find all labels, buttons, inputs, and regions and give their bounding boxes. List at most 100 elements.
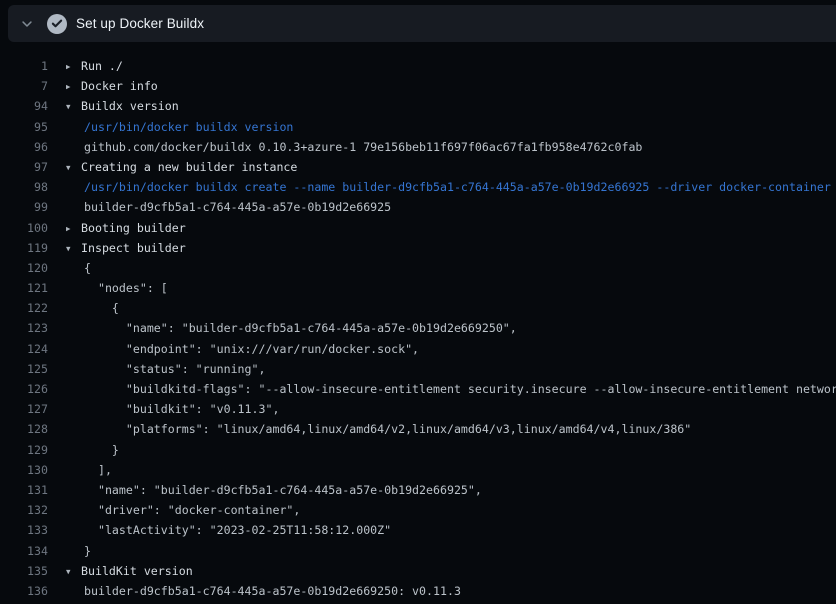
line-number[interactable]: 127 <box>0 399 52 419</box>
group-expand-icon[interactable]: ▶ <box>66 77 81 96</box>
line-number[interactable]: 96 <box>0 137 52 157</box>
log-line-body: { <box>52 298 836 318</box>
group-collapse-icon[interactable]: ▼ <box>66 239 81 258</box>
line-number[interactable]: 122 <box>0 298 52 318</box>
line-number[interactable]: 134 <box>0 541 52 561</box>
output-text: builder-d9cfb5a1-c764-445a-a57e-0b19d2e6… <box>84 584 461 598</box>
group-expand-icon[interactable]: ▶ <box>66 57 81 76</box>
log-line-body: "name": "builder-d9cfb5a1-c764-445a-a57e… <box>52 480 836 500</box>
log-line-body: "status": "running", <box>52 359 836 379</box>
step-title: Set up Docker Buildx <box>76 16 204 31</box>
output-text: "platforms": "linux/amd64,linux/amd64/v2… <box>84 422 691 436</box>
log-line: 98/usr/bin/docker buildx create --name b… <box>0 177 836 197</box>
group-expand-icon[interactable]: ▶ <box>66 219 81 238</box>
log-line: 126 "buildkitd-flags": "--allow-insecure… <box>0 379 836 399</box>
log-line: 95/usr/bin/docker buildx version <box>0 117 836 137</box>
log-line-body: "driver": "docker-container", <box>52 500 836 520</box>
log-line: 119▼Inspect builder <box>0 238 836 258</box>
log-line-body: ▶Booting builder <box>52 218 836 238</box>
log-line: 131 "name": "builder-d9cfb5a1-c764-445a-… <box>0 480 836 500</box>
output-text: "buildkit": "v0.11.3", <box>84 402 279 416</box>
group-title[interactable]: Run ./ <box>81 59 123 73</box>
line-number[interactable]: 119 <box>0 238 52 258</box>
output-text: "name": "builder-d9cfb5a1-c764-445a-a57e… <box>84 483 482 497</box>
log-line: 121 "nodes": [ <box>0 278 836 298</box>
line-number[interactable]: 129 <box>0 440 52 460</box>
log-line: 7▶Docker info <box>0 76 836 96</box>
line-number[interactable]: 98 <box>0 177 52 197</box>
log-line-body: ▼Inspect builder <box>52 238 836 258</box>
log-line: 134} <box>0 541 836 561</box>
log-line-body: ▶Run ./ <box>52 56 836 76</box>
command-text: /usr/bin/docker buildx create --name bui… <box>84 180 831 194</box>
group-collapse-icon[interactable]: ▼ <box>66 158 81 177</box>
log-line: 132 "driver": "docker-container", <box>0 500 836 520</box>
log-line: 123 "name": "builder-d9cfb5a1-c764-445a-… <box>0 318 836 338</box>
line-number[interactable]: 99 <box>0 197 52 217</box>
log-line-body: { <box>52 258 836 278</box>
log-line: 97▼Creating a new builder instance <box>0 157 836 177</box>
output-text: "lastActivity": "2023-02-25T11:58:12.000… <box>84 523 391 537</box>
log-line: 99 builder-d9cfb5a1-c764-445a-a57e-0b19d2… <box>0 197 836 217</box>
output-text: "nodes": [ <box>84 281 168 295</box>
log-line-body: } <box>52 440 836 460</box>
log-line-body: ▼Creating a new builder instance <box>52 157 836 177</box>
group-collapse-icon[interactable]: ▼ <box>66 562 81 581</box>
line-number[interactable]: 1 <box>0 56 52 76</box>
output-text: } <box>84 443 119 457</box>
output-text: { <box>84 261 91 275</box>
group-title[interactable]: Inspect builder <box>81 241 186 255</box>
output-text: "name": "builder-d9cfb5a1-c764-445a-a57e… <box>84 321 517 335</box>
line-number[interactable]: 126 <box>0 379 52 399</box>
line-number[interactable]: 133 <box>0 520 52 540</box>
group-title[interactable]: BuildKit version <box>81 564 193 578</box>
line-number[interactable]: 7 <box>0 76 52 96</box>
line-number[interactable]: 135 <box>0 561 52 581</box>
output-text: "endpoint": "unix:///var/run/docker.sock… <box>84 342 419 356</box>
group-title[interactable]: Booting builder <box>81 221 186 235</box>
group-title[interactable]: Docker info <box>81 79 158 93</box>
output-text: "buildkitd-flags": "--allow-insecure-ent… <box>84 382 836 396</box>
log-line: 1▶Run ./ <box>0 56 836 76</box>
line-number[interactable]: 132 <box>0 500 52 520</box>
step-header[interactable]: Set up Docker Buildx <box>8 5 836 42</box>
log-line-body: "endpoint": "unix:///var/run/docker.sock… <box>52 339 836 359</box>
output-text: } <box>84 544 91 558</box>
line-number[interactable]: 130 <box>0 460 52 480</box>
line-number[interactable]: 123 <box>0 318 52 338</box>
line-number[interactable]: 95 <box>0 117 52 137</box>
line-number[interactable]: 100 <box>0 218 52 238</box>
log-line-body: "buildkitd-flags": "--allow-insecure-ent… <box>52 379 836 399</box>
line-number[interactable]: 121 <box>0 278 52 298</box>
output-text: builder-d9cfb5a1-c764-445a-a57e-0b19d2e6… <box>84 200 391 214</box>
line-number[interactable]: 136 <box>0 581 52 601</box>
line-number[interactable]: 128 <box>0 419 52 439</box>
output-text: github.com/docker/buildx 0.10.3+azure-1 … <box>84 140 642 154</box>
log-line-body: ▶Docker info <box>52 76 836 96</box>
log-line-body: ], <box>52 460 836 480</box>
log-line-body: builder-d9cfb5a1-c764-445a-a57e-0b19d2e6… <box>52 197 836 217</box>
log-line: 120 { <box>0 258 836 278</box>
group-title[interactable]: Buildx version <box>81 99 179 113</box>
log-line: 96 github.com/docker/buildx 0.10.3+azure-… <box>0 137 836 157</box>
line-number[interactable]: 125 <box>0 359 52 379</box>
line-number[interactable]: 97 <box>0 157 52 177</box>
group-title[interactable]: Creating a new builder instance <box>81 160 297 174</box>
line-number[interactable]: 131 <box>0 480 52 500</box>
log-line-body: } <box>52 541 836 561</box>
log-line-body: ▼Buildx version <box>52 96 836 116</box>
log-line: 133 "lastActivity": "2023-02-25T11:58:12… <box>0 520 836 540</box>
group-collapse-icon[interactable]: ▼ <box>66 97 81 116</box>
log-line: 124 "endpoint": "unix:///var/run/docker.… <box>0 339 836 359</box>
log-line: 122 { <box>0 298 836 318</box>
line-number[interactable]: 124 <box>0 339 52 359</box>
line-number[interactable]: 120 <box>0 258 52 278</box>
log-line: 125 "status": "running", <box>0 359 836 379</box>
log-line: 130 ], <box>0 460 836 480</box>
chevron-down-icon[interactable] <box>20 17 34 31</box>
log-viewer: 1▶Run ./7▶Docker info94▼Buildx version95… <box>0 42 836 601</box>
output-text: ], <box>84 463 112 477</box>
output-text: { <box>84 301 119 315</box>
line-number[interactable]: 94 <box>0 96 52 116</box>
log-line: 128 "platforms": "linux/amd64,linux/amd6… <box>0 419 836 439</box>
